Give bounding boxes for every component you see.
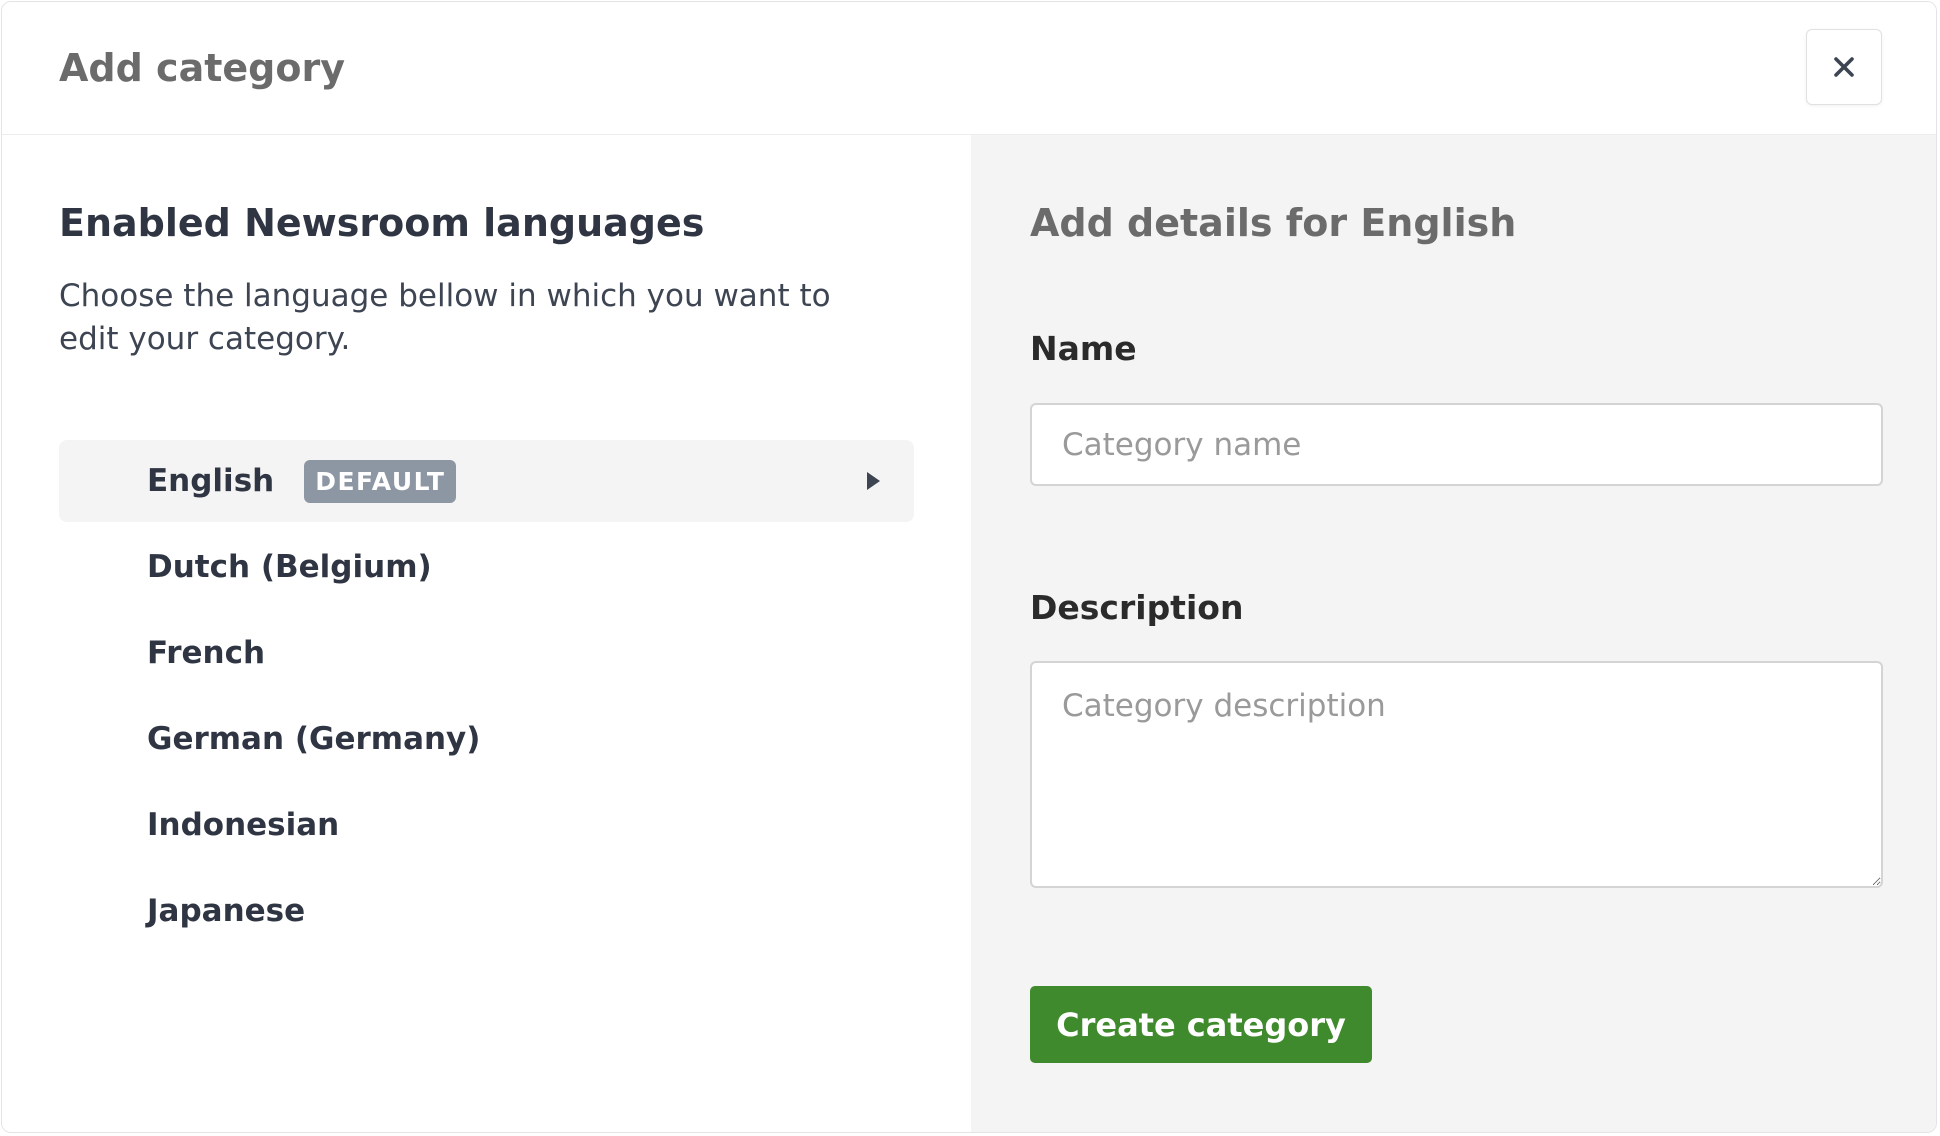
language-item-indonesian[interactable]: Indonesian (59, 784, 914, 866)
modal-title: Add category (59, 46, 345, 90)
create-category-button[interactable]: Create category (1030, 986, 1372, 1063)
language-label: Dutch (Belgium) (147, 549, 432, 585)
language-label: German (Germany) (147, 721, 481, 757)
add-category-modal: Add category Enabled Newsroom languages … (1, 1, 1937, 1133)
details-title: Add details for English (1030, 201, 1517, 245)
languages-title: Enabled Newsroom languages (59, 201, 705, 245)
language-label: Indonesian (147, 807, 340, 843)
language-label: Japanese (147, 893, 306, 929)
language-item-dutch-belgium[interactable]: Dutch (Belgium) (59, 526, 914, 608)
category-description-input[interactable] (1030, 661, 1883, 888)
name-label: Name (1030, 329, 1137, 368)
category-name-input[interactable] (1030, 403, 1883, 486)
chevron-right-icon (867, 472, 880, 490)
close-icon (1834, 57, 1854, 77)
language-item-german-germany[interactable]: German (Germany) (59, 698, 914, 780)
language-item-english[interactable]: English DEFAULT (59, 440, 914, 522)
languages-description: Choose the language bellow in which you … (59, 278, 831, 357)
language-item-french[interactable]: French (59, 612, 914, 694)
language-label: English (147, 463, 275, 499)
default-badge: DEFAULT (304, 459, 457, 503)
details-panel: Add details for English Name Description… (971, 135, 1936, 1132)
close-button[interactable] (1806, 29, 1882, 105)
modal-header: Add category (2, 2, 1936, 135)
description-label: Description (1030, 588, 1244, 627)
languages-panel: Enabled Newsroom languages Choose the la… (2, 135, 971, 1132)
language-list: English DEFAULT Dutch (Belgium) French G… (59, 440, 914, 956)
language-item-japanese[interactable]: Japanese (59, 870, 914, 952)
language-label: French (147, 635, 266, 671)
